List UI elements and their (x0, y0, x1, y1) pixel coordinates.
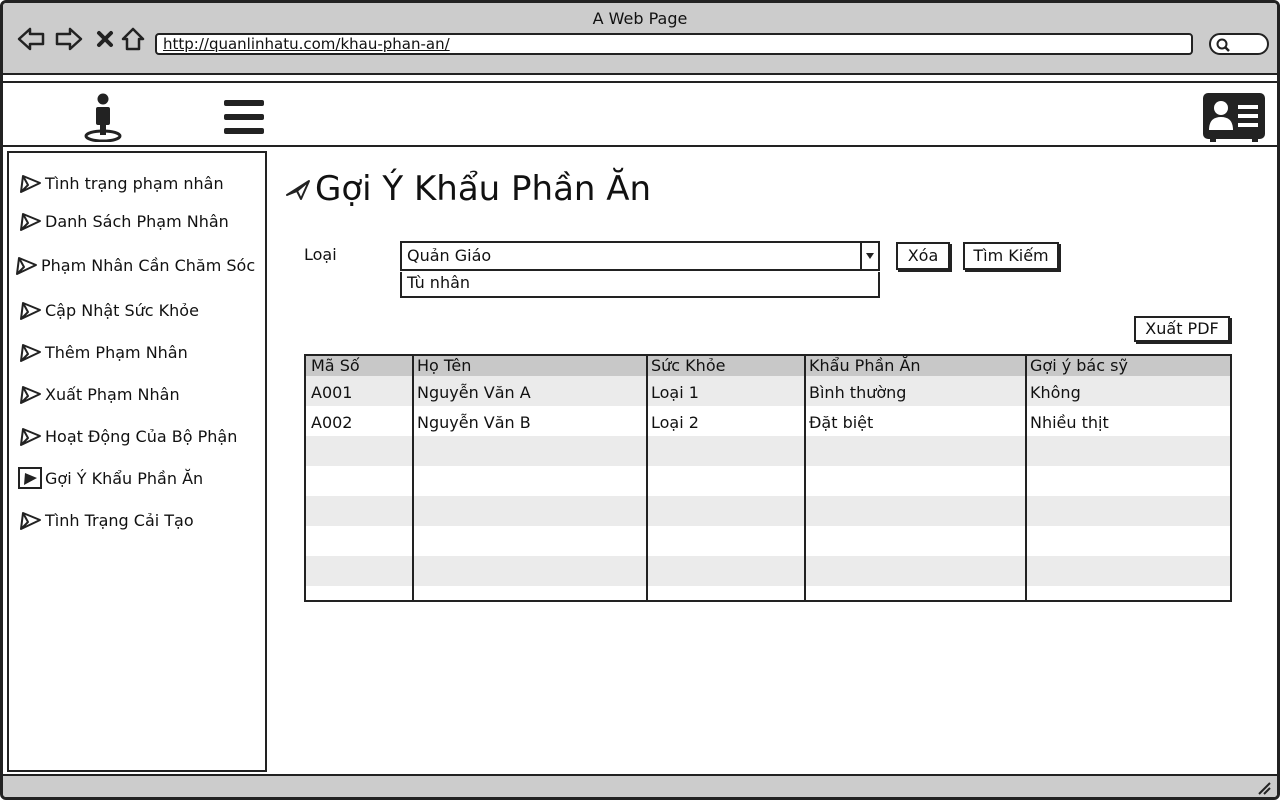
back-icon[interactable] (17, 25, 45, 53)
sidebar-item-label: Hoạt Động Của Bộ Phận (45, 426, 238, 446)
table-row-empty (306, 526, 1230, 556)
table-cell: Loại 1 (651, 383, 699, 402)
sidebar: Tình trạng phạm nhân Danh Sách Phạm Nhân… (7, 151, 267, 772)
resize-grip-icon[interactable] (1257, 781, 1271, 795)
chevron-down-icon[interactable] (860, 243, 878, 269)
home-icon[interactable] (119, 25, 147, 53)
profile-card-icon[interactable] (1201, 91, 1267, 143)
table-row-empty (306, 466, 1230, 496)
dropdown-option[interactable]: Tù nhân (400, 272, 880, 298)
send-icon (17, 171, 43, 195)
browser-status-bar (3, 774, 1277, 797)
table-cell: Không (1030, 383, 1081, 402)
page-title-row: Gợi Ý Khẩu Phần Ăn (285, 169, 651, 209)
sidebar-item-goi-y-khau-phan-an[interactable]: Gợi Ý Khẩu Phần Ăn (17, 466, 203, 490)
table-cell: Nhiều thịt (1030, 413, 1109, 432)
send-icon (17, 340, 43, 364)
table-cell: Bình thường (809, 383, 907, 402)
sidebar-item-label: Thêm Phạm Nhân (45, 342, 188, 362)
send-box-icon (17, 466, 43, 490)
send-icon (17, 508, 43, 532)
sidebar-item-label: Danh Sách Phạm Nhân (45, 211, 229, 231)
sidebar-item-pham-nhan-can-cham-soc[interactable]: Phạm Nhân Cần Chăm Sóc (13, 253, 255, 277)
search-icon (1216, 38, 1230, 52)
send-icon (17, 209, 43, 233)
clear-button[interactable]: Xóa (896, 242, 950, 270)
send-icon (17, 382, 43, 406)
send-icon (285, 177, 311, 201)
sidebar-item-label: Cập Nhật Sức Khỏe (45, 300, 199, 320)
sidebar-item-tinh-trang-cai-tao[interactable]: Tình Trạng Cải Tạo (17, 508, 194, 532)
browser-title: A Web Page (592, 9, 688, 28)
send-icon (13, 253, 39, 277)
sidebar-item-label: Xuất Phạm Nhân (45, 384, 180, 404)
column-divider (646, 356, 648, 600)
column-divider (804, 356, 806, 600)
sidebar-item-cap-nhat-suc-khoe[interactable]: Cập Nhật Sức Khỏe (17, 298, 199, 322)
sidebar-item-them-pham-nhan[interactable]: Thêm Phạm Nhân (17, 340, 188, 364)
send-icon (17, 298, 43, 322)
table-cell: A002 (311, 413, 353, 432)
user-location-icon[interactable] (79, 91, 127, 143)
sidebar-item-label: Phạm Nhân Cần Chăm Sóc (41, 255, 256, 275)
sidebar-item-label: Gợi Ý Khẩu Phần Ăn (45, 468, 204, 488)
column-header[interactable]: Mã Số (306, 356, 412, 376)
table-row[interactable]: A001 Nguyễn Văn A Loại 1 Bình thường Khô… (306, 376, 1230, 406)
table-row[interactable]: A002 Nguyễn Văn B Loại 2 Đặt biệt Nhiều … (306, 406, 1230, 436)
category-select-value: Quản Giáo (407, 246, 492, 265)
table-cell: A001 (311, 383, 353, 402)
table-cell: Đặt biệt (809, 413, 874, 432)
url-bar[interactable]: http://quanlinhatu.com/khau-phan-an/ (155, 33, 1193, 55)
sidebar-item-danh-sach-pham-nhan[interactable]: Danh Sách Phạm Nhân (17, 209, 229, 233)
stop-icon[interactable] (91, 25, 119, 53)
table-cell: Nguyễn Văn B (417, 413, 531, 432)
forward-icon[interactable] (55, 25, 83, 53)
browser-window: A Web Page http://quanlinhatu.com/khau-p… (0, 0, 1280, 800)
browser-chrome: A Web Page http://quanlinhatu.com/khau-p… (3, 3, 1277, 75)
table-row-empty (306, 496, 1230, 526)
filter-label: Loại (304, 245, 337, 264)
menu-icon[interactable] (221, 97, 267, 137)
sidebar-item-label: Tình trạng phạm nhân (45, 173, 224, 193)
sidebar-item-tinh-trang-pham-nhan[interactable]: Tình trạng phạm nhân (17, 171, 224, 195)
diet-table: Mã Số Họ Tên Sức Khỏe Khẩu Phần Ăn Gợi ý… (304, 354, 1232, 602)
category-select[interactable]: Quản Giáo (400, 241, 880, 271)
column-divider (1025, 356, 1027, 600)
table-row-empty (306, 436, 1230, 466)
app-header (3, 81, 1277, 147)
table-header-row: Mã Số Họ Tên Sức Khỏe Khẩu Phần Ăn Gợi ý… (306, 356, 1230, 376)
sidebar-item-xuat-pham-nhan[interactable]: Xuất Phạm Nhân (17, 382, 180, 406)
sidebar-item-label: Tình Trạng Cải Tạo (45, 510, 194, 530)
table-cell: Loại 2 (651, 413, 699, 432)
sidebar-item-hoat-dong-cua-bo-phan[interactable]: Hoạt Động Của Bộ Phận (17, 424, 237, 448)
export-pdf-button[interactable]: Xuất PDF (1134, 316, 1230, 342)
send-icon (17, 424, 43, 448)
page-title: Gợi Ý Khẩu Phần Ăn (315, 169, 652, 209)
browser-search-field[interactable] (1209, 33, 1269, 55)
column-divider (412, 356, 414, 600)
column-header[interactable]: Họ Tên (412, 356, 646, 376)
table-row-empty (306, 556, 1230, 586)
column-header[interactable]: Khẩu Phần Ăn (804, 356, 1025, 376)
table-cell: Nguyễn Văn A (417, 383, 531, 402)
column-header[interactable]: Sức Khỏe (646, 356, 804, 376)
search-button[interactable]: Tìm Kiếm (963, 242, 1059, 270)
column-header[interactable]: Gợi ý bác sỹ (1025, 356, 1230, 376)
